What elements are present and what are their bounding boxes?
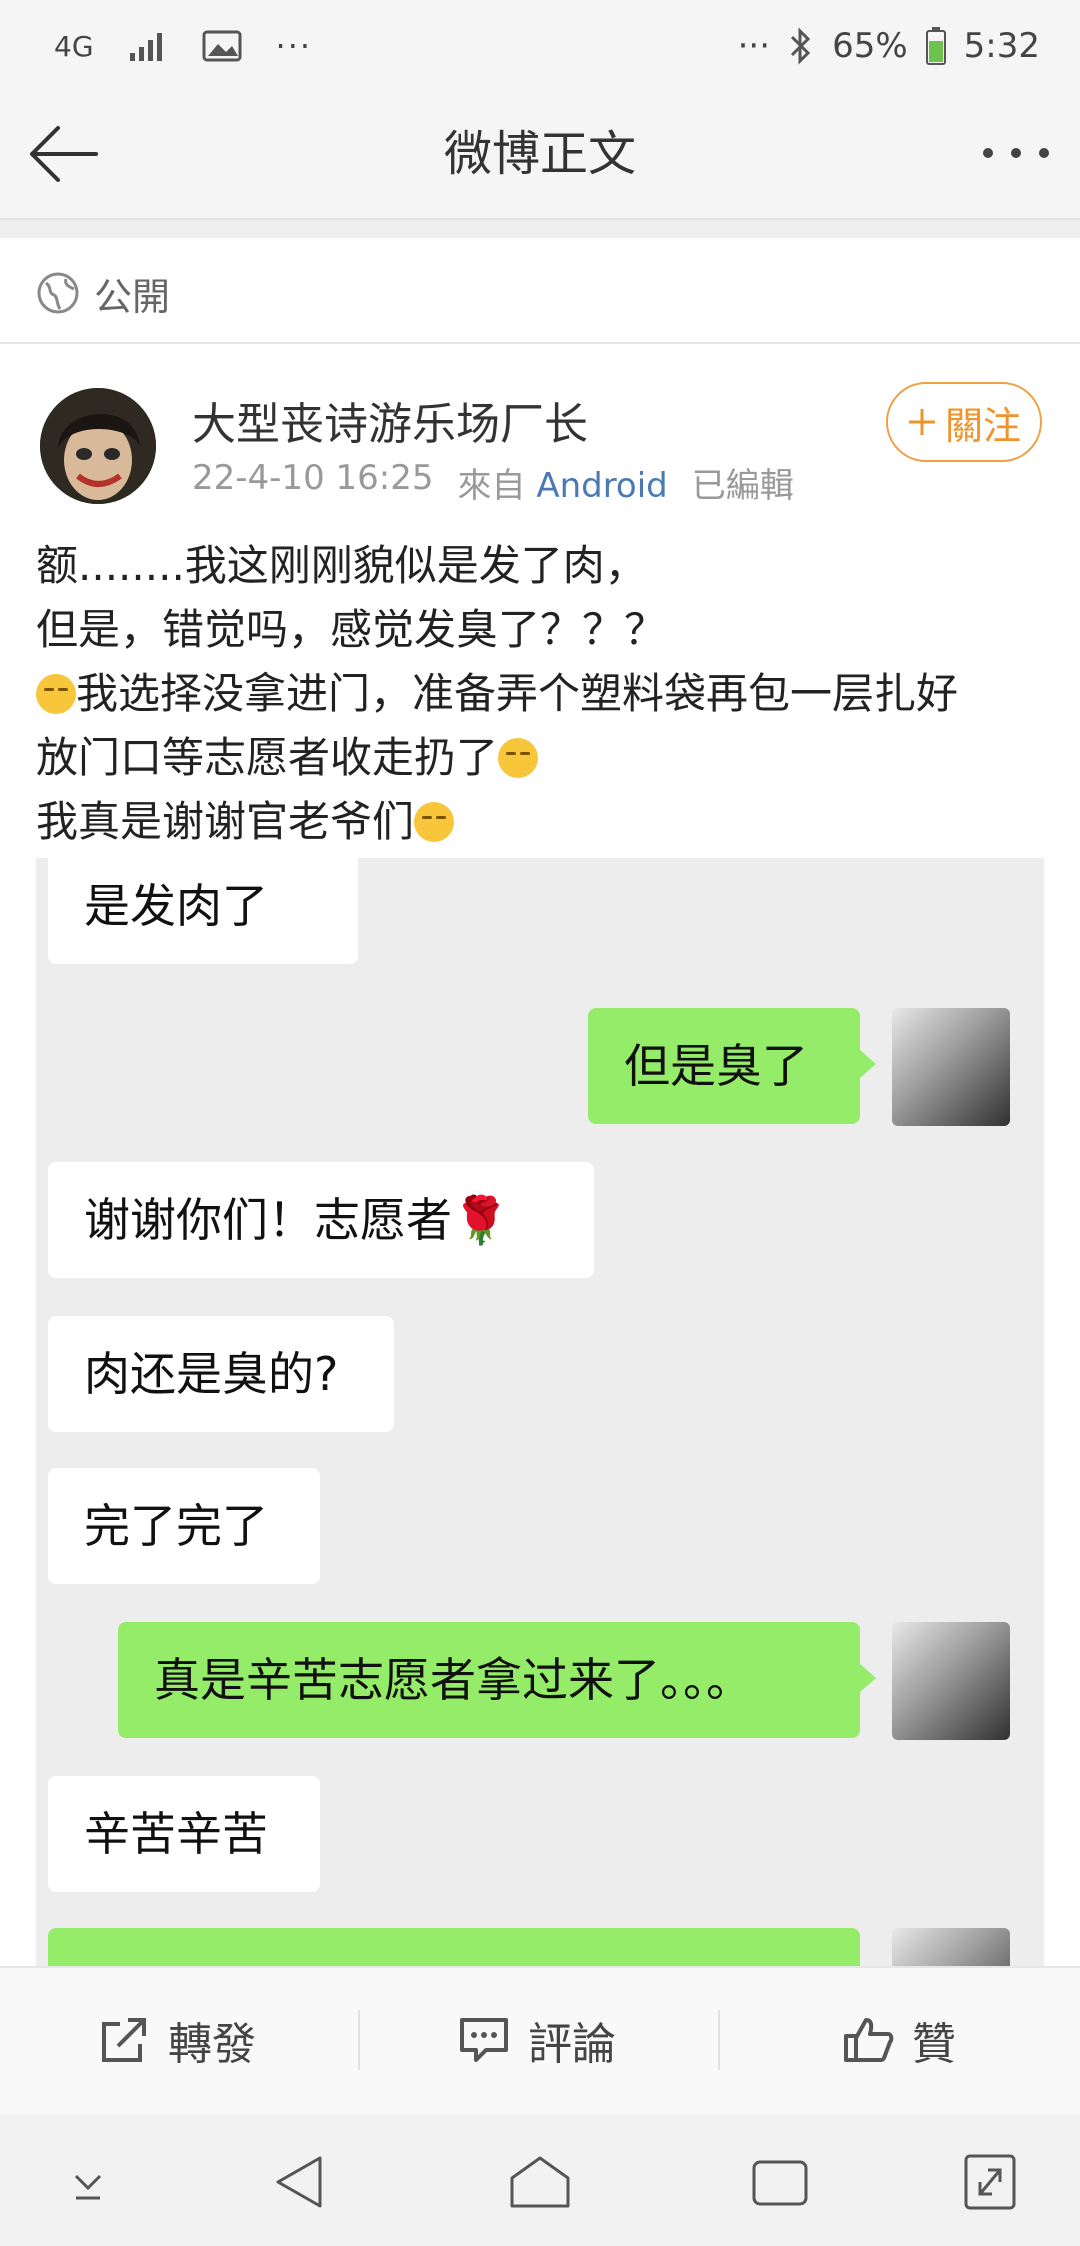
post-line: 额........我这刚刚貌似是发了肉， — [36, 541, 647, 590]
post-line: 但是，错觉吗，感觉发臭了？？？ — [36, 605, 667, 654]
divider — [718, 2010, 720, 2070]
post-line: 我真是谢谢官老爷们 — [36, 790, 1056, 854]
post-body: 额........我这刚刚貌似是发了肉， 但是，错觉吗，感觉发臭了？？？ 我选择… — [36, 534, 1056, 854]
chat-bubble: 谢谢你们！志愿者🌹 — [48, 1162, 594, 1278]
source-prefix: 來自 — [457, 466, 526, 506]
overflow-dots-icon: ··· — [737, 26, 771, 66]
post-meta: 22-4-10 16:25 來自 Android 已編輯 — [192, 458, 794, 507]
battery-percent: 65% — [832, 26, 908, 66]
post-line-text: 我选择没拿进门，准备弄个塑料袋再包一层扎好 — [76, 669, 959, 718]
page-title: 微博正文 — [443, 126, 636, 182]
chat-avatar — [892, 1622, 1010, 1740]
author-avatar[interactable] — [40, 388, 156, 504]
divider — [0, 220, 1080, 238]
signal-icon — [129, 33, 162, 61]
chat-bubble: 真是辛苦志愿者拿过来了。。。 — [118, 1622, 876, 1738]
battery-icon — [925, 27, 946, 65]
like-label: 贊 — [912, 2019, 956, 2070]
emoji-icon — [36, 674, 76, 714]
chat-bubble: 肉还是臭的? — [48, 1316, 394, 1432]
visibility-label: 公開 — [94, 274, 171, 319]
emoji-icon — [498, 738, 539, 778]
visibility-row: 公開 — [36, 262, 170, 324]
chat-avatar — [892, 1008, 1010, 1126]
author-name[interactable]: 大型丧诗游乐场厂长 — [192, 388, 588, 452]
chat-bubble: 是发肉了 — [48, 858, 358, 964]
back-button[interactable] — [24, 116, 104, 192]
divider — [358, 2010, 360, 2070]
post-timestamp: 22-4-10 16:25 — [192, 458, 434, 498]
recents-nav-icon[interactable] — [750, 2158, 810, 2208]
edited-label: 已編輯 — [691, 466, 794, 506]
home-nav-icon[interactable] — [508, 2154, 572, 2210]
source-name[interactable]: Android — [536, 466, 667, 506]
globe-icon — [37, 272, 79, 314]
repost-label: 轉發 — [168, 2019, 256, 2070]
back-arrow-icon — [30, 126, 98, 182]
overflow-dots-icon: ··· — [275, 27, 313, 65]
chat-bubble — [48, 1928, 860, 1968]
hide-keyboard-icon[interactable] — [66, 2160, 110, 2204]
chat-bubble: 辛苦辛苦 — [48, 1776, 320, 1892]
gallery-icon — [202, 30, 242, 62]
divider — [0, 342, 1080, 344]
network-indicator: 4G — [54, 29, 94, 63]
follow-button[interactable]: 關注 — [886, 382, 1042, 462]
chat-avatar — [892, 1928, 1010, 1968]
back-nav-icon[interactable] — [272, 2152, 328, 2212]
plus-icon — [908, 409, 935, 435]
post-line: 我选择没拿进门，准备弄个塑料袋再包一层扎好 — [36, 662, 1056, 726]
thumbs-up-icon — [844, 2018, 894, 2062]
more-icon — [983, 148, 1049, 158]
avatar-image — [40, 388, 156, 504]
comment-button[interactable]: 評論 — [458, 1966, 616, 2114]
status-right: ··· 65% 5:32 — [738, 22, 1040, 70]
post-line-text: 我真是谢谢官老爷们 — [36, 797, 415, 846]
repost-icon — [102, 2018, 146, 2062]
expand-icon[interactable] — [962, 2152, 1018, 2212]
repost-button[interactable]: 轉發 — [98, 1966, 256, 2114]
comment-icon — [460, 2018, 508, 2062]
clock: 5:32 — [963, 26, 1040, 66]
like-button[interactable]: 贊 — [842, 1966, 956, 2114]
comment-label: 評論 — [528, 2019, 616, 2070]
post-source: 來自 Android — [458, 458, 668, 507]
status-left: 4G ··· — [54, 22, 312, 70]
follow-label: 關注 — [944, 403, 1021, 448]
chat-screenshot-image[interactable]: 是发肉了 但是臭了 谢谢你们！志愿者🌹 肉还是臭的? 完了完了 真是辛苦志愿者拿… — [36, 858, 1044, 1968]
post-line-text: 放门口等志愿者收走扔了 — [36, 733, 499, 782]
chat-bubble: 完了完了 — [48, 1468, 320, 1584]
post-line: 放门口等志愿者收走扔了 — [36, 726, 1056, 790]
bluetooth-icon — [791, 27, 811, 65]
more-button[interactable] — [976, 120, 1056, 186]
chat-bubble: 但是臭了 — [588, 1008, 876, 1124]
emoji-icon — [414, 802, 455, 842]
